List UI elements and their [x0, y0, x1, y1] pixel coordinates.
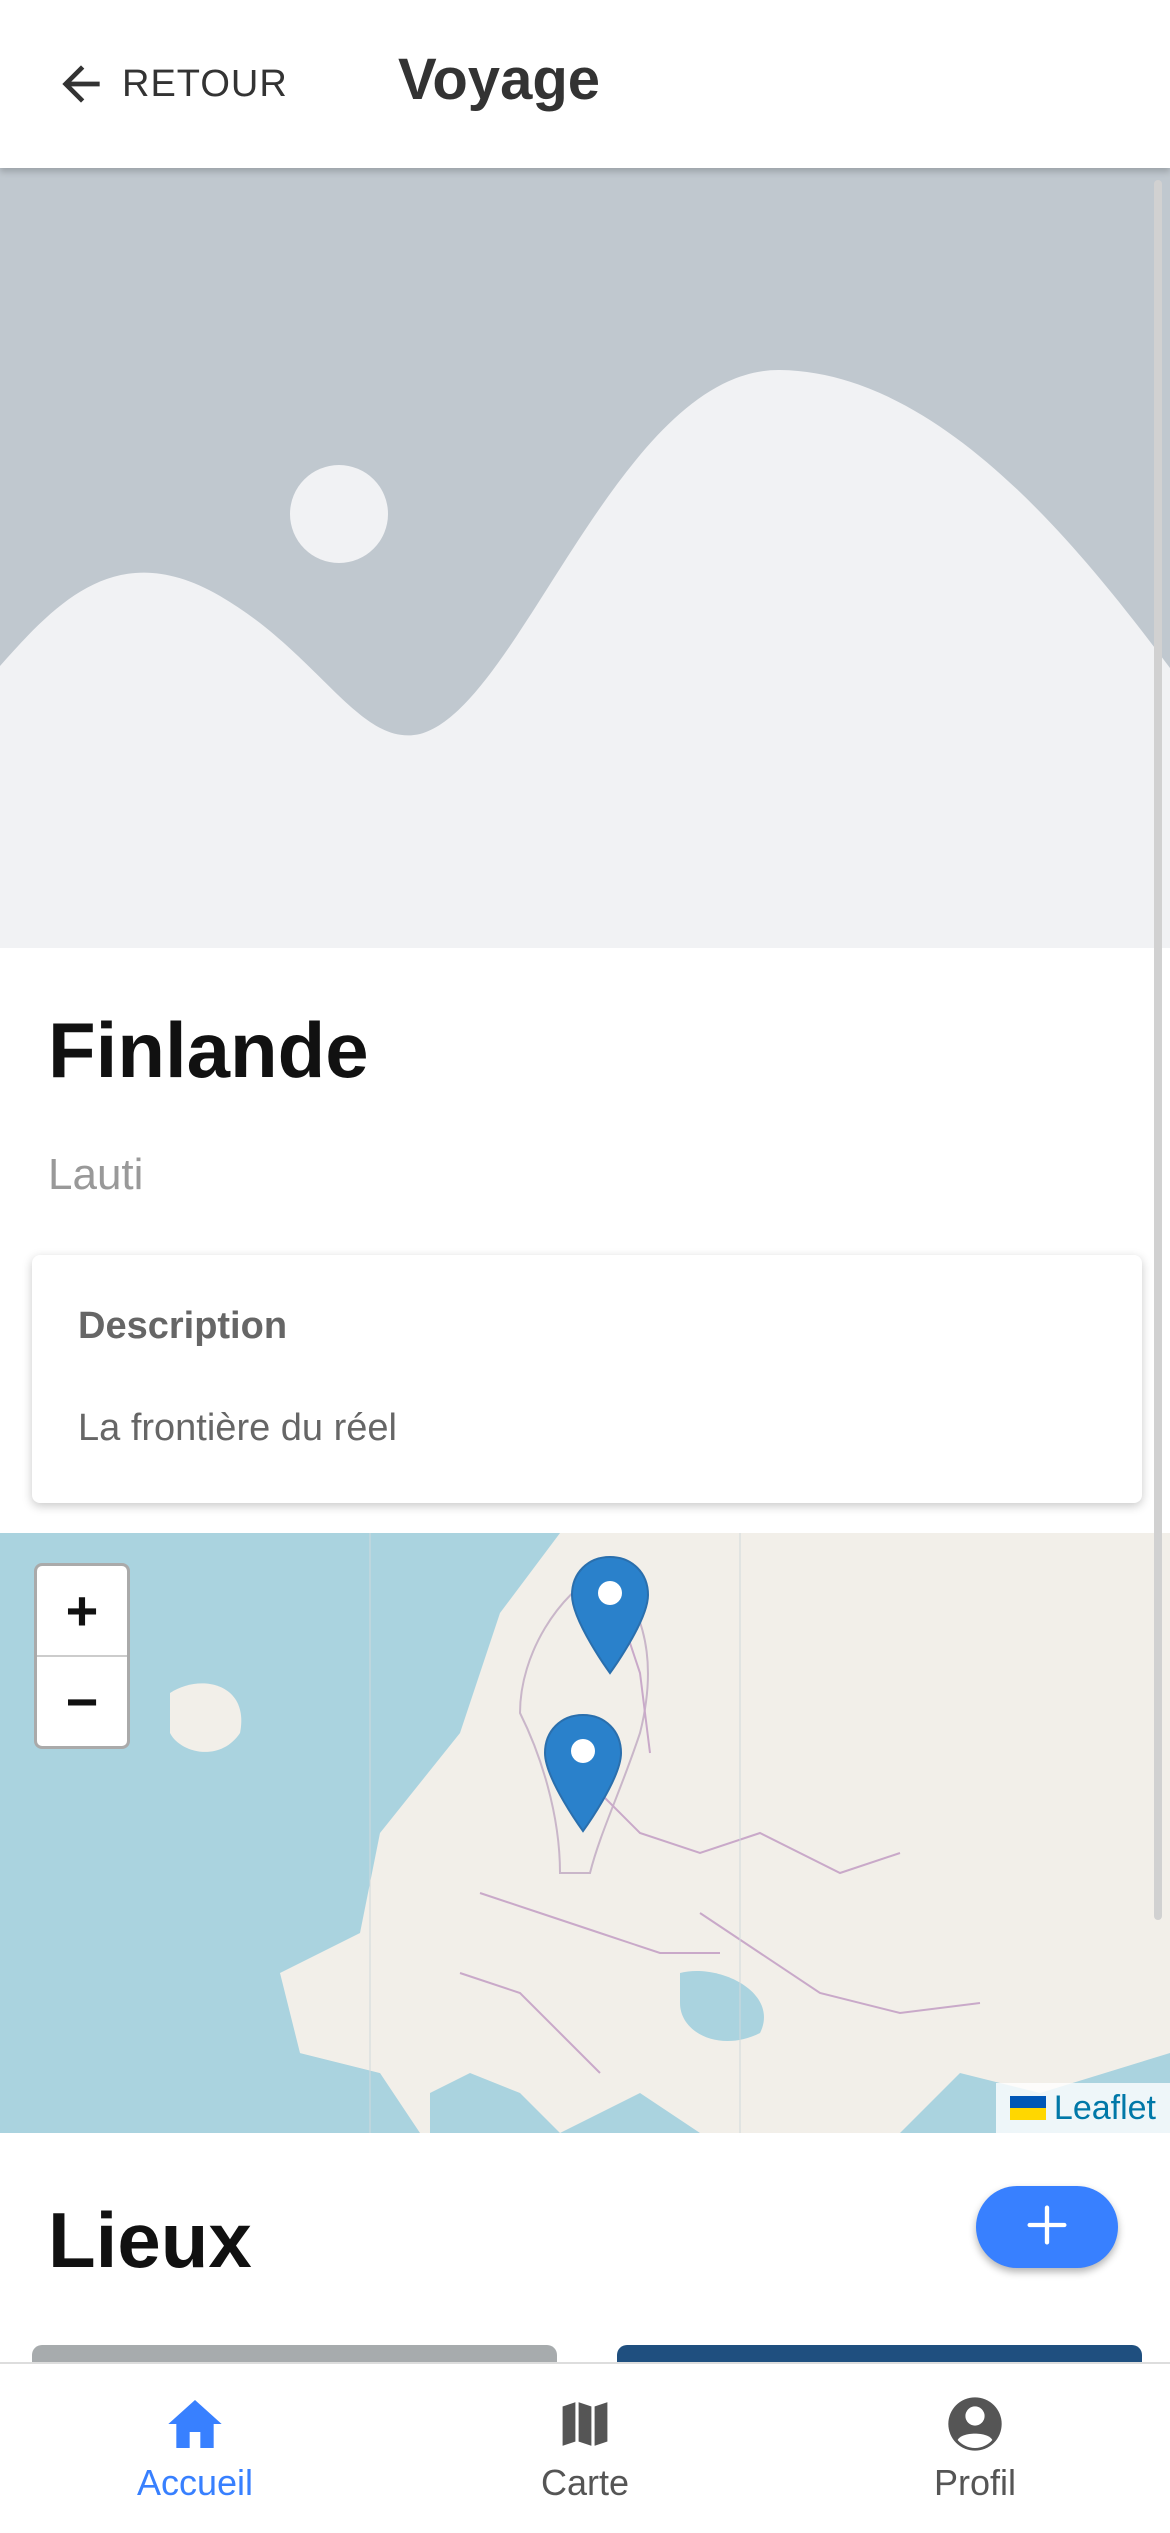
- trip-name: Finlande: [48, 1006, 369, 1094]
- description-title: Description: [78, 1305, 288, 1347]
- ukraine-flag-icon: [1009, 2096, 1046, 2120]
- tab-accueil[interactable]: Accueil: [0, 2364, 390, 2533]
- tab-label: Profil: [933, 2462, 1017, 2503]
- person-circle-icon: [943, 2392, 1007, 2456]
- map-marker[interactable]: [570, 1555, 650, 1675]
- home-icon: [163, 2392, 227, 2456]
- tab-label: Carte: [540, 2462, 630, 2503]
- trip-cover-image: [0, 168, 1170, 948]
- add-place-button[interactable]: [976, 2186, 1118, 2268]
- places-title: Lieux: [48, 2196, 252, 2284]
- back-label: RETOUR: [122, 62, 288, 105]
- map-attribution: Leaflet: [995, 2083, 1170, 2133]
- tab-profil[interactable]: Profil: [780, 2364, 1170, 2533]
- leaflet-link[interactable]: Leaflet: [1054, 2089, 1156, 2128]
- zoom-out-button[interactable]: −: [37, 1657, 127, 1746]
- description-text: La frontière du réel: [78, 1407, 397, 1449]
- tab-label: Accueil: [136, 2462, 254, 2503]
- zoom-in-button[interactable]: +: [37, 1566, 127, 1657]
- zoom-control: + −: [34, 1563, 130, 1749]
- page-title: Voyage: [398, 47, 601, 112]
- map-marker[interactable]: [543, 1713, 623, 1833]
- description-card: Description La frontière du réel: [32, 1255, 1142, 1503]
- trip-owner: Lauti: [48, 1150, 144, 1199]
- bottom-tab-bar: Accueil Carte Profil: [0, 2362, 1170, 2533]
- back-button[interactable]: RETOUR: [48, 48, 288, 120]
- add-icon: [1021, 2199, 1073, 2256]
- top-toolbar: RETOUR Voyage: [0, 0, 1170, 168]
- scrollbar[interactable]: [1154, 180, 1162, 1920]
- arrow-back-icon: [48, 51, 114, 117]
- map-icon: [553, 2392, 617, 2456]
- tab-carte[interactable]: Carte: [390, 2364, 780, 2533]
- trip-map[interactable]: + − Leaflet: [0, 1533, 1170, 2133]
